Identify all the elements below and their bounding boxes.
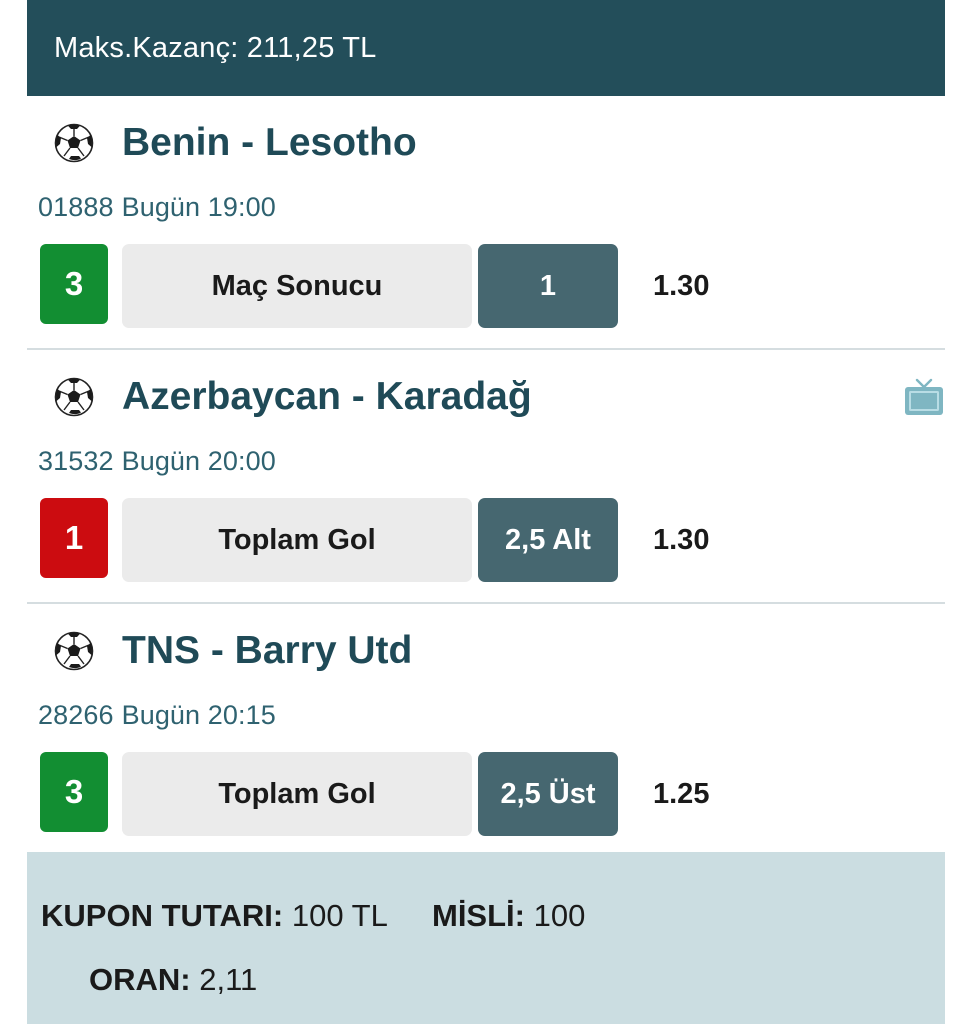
match-code: 01888: [38, 192, 114, 222]
odds-value: 1.25: [653, 777, 710, 810]
match-row[interactable]: TNS - Barry Utd 28266 Bugün 20:15 3 Topla…: [27, 604, 945, 858]
match-time: Bugün 19:00: [121, 192, 276, 222]
match-title-row: Azerbaycan - Karadağ: [27, 374, 532, 420]
soccer-ball-icon: [54, 631, 94, 671]
tv-icon[interactable]: [903, 378, 945, 418]
slip-header: Maks.Kazanç: 211,25 TL: [27, 0, 945, 96]
total-odds-value: 2,11: [199, 962, 258, 997]
match-teams[interactable]: Azerbaycan - Karadağ: [122, 375, 532, 419]
match-title-row: TNS - Barry Utd: [27, 628, 412, 674]
match-teams[interactable]: TNS - Barry Utd: [122, 629, 412, 673]
match-teams[interactable]: Benin - Lesotho: [122, 121, 417, 165]
pick-button[interactable]: 1: [478, 244, 618, 328]
match-row[interactable]: Azerbaycan - Karadağ 31532 Bugün 20:00 1 …: [27, 350, 945, 604]
match-row[interactable]: Benin - Lesotho 01888 Bugün 19:00 3 Maç S…: [27, 96, 945, 350]
soccer-ball-icon: [54, 377, 94, 417]
bet-row: 3 Maç Sonucu 1 1.30: [27, 244, 945, 328]
coupon-amount-value: 100 TL: [291, 898, 388, 933]
mbs-badge: 3: [40, 752, 108, 832]
match-time: Bugün 20:00: [121, 446, 276, 476]
max-win-label: Maks.Kazanç: 211,25 TL: [54, 31, 377, 64]
bet-slip-panel: Maks.Kazanç: 211,25 TL Benin - Lesotho 0…: [27, 0, 945, 1024]
market-label: Toplam Gol: [122, 498, 472, 582]
odds-value: 1.30: [653, 523, 710, 556]
mbs-badge: 3: [40, 244, 108, 324]
odds-value: 1.30: [653, 269, 710, 302]
match-meta: 28266 Bugün 20:15: [38, 700, 276, 731]
mbs-badge: 1: [40, 498, 108, 578]
misli: MİSLİ: 100: [432, 898, 585, 934]
pick-button[interactable]: 2,5 Alt: [478, 498, 618, 582]
bet-row: 3 Toplam Gol 2,5 Üst 1.25: [27, 752, 945, 836]
match-meta: 31532 Bugün 20:00: [38, 446, 276, 477]
coupon-amount-label: KUPON TUTARI:: [41, 898, 284, 933]
match-code: 28266: [38, 700, 114, 730]
misli-label: MİSLİ:: [432, 898, 525, 933]
market-label: Toplam Gol: [122, 752, 472, 836]
match-time: Bugün 20:15: [121, 700, 276, 730]
total-odds-label: ORAN:: [89, 962, 191, 997]
total-odds: ORAN: 2,11: [89, 962, 257, 998]
match-code: 31532: [38, 446, 114, 476]
coupon-summary: KUPON TUTARI: 100 TL MİSLİ: 100 ORAN: 2,…: [27, 852, 945, 1024]
match-meta: 01888 Bugün 19:00: [38, 192, 276, 223]
pick-button[interactable]: 2,5 Üst: [478, 752, 618, 836]
bet-row: 1 Toplam Gol 2,5 Alt 1.30: [27, 498, 945, 582]
misli-value: 100: [533, 898, 586, 933]
market-label: Maç Sonucu: [122, 244, 472, 328]
coupon-amount: KUPON TUTARI: 100 TL: [41, 898, 388, 934]
soccer-ball-icon: [54, 123, 94, 163]
match-title-row: Benin - Lesotho: [27, 120, 417, 166]
